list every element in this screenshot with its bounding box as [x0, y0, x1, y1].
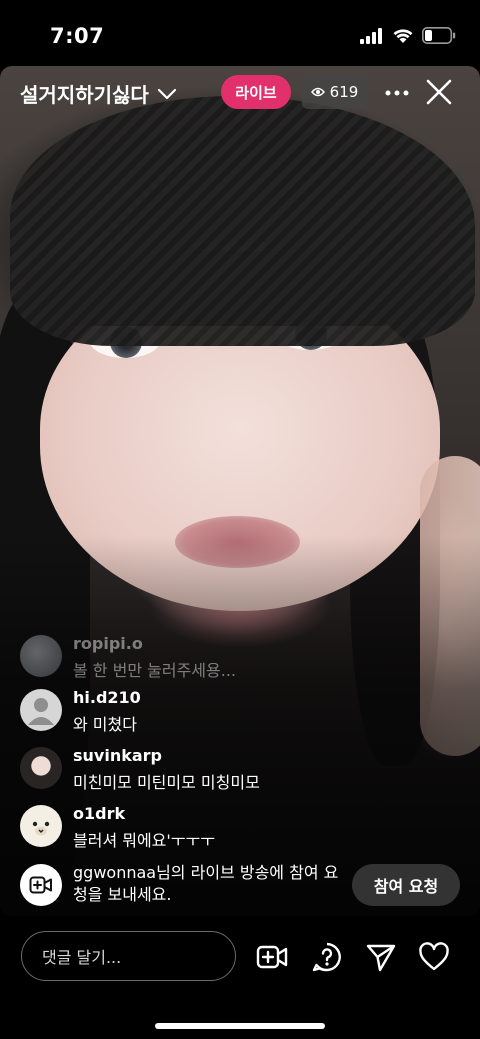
- viewer-count-badge[interactable]: 619: [302, 75, 367, 109]
- eye-icon: [310, 87, 325, 97]
- comment-item[interactable]: o1drk 블러셔 뭐에요'ㅜㅜㅜ: [20, 804, 460, 855]
- heart-icon[interactable]: [418, 941, 450, 973]
- battery-icon: [422, 27, 456, 44]
- photo-avatar: [20, 747, 62, 789]
- person-icon: [28, 698, 54, 725]
- photo-avatar: [20, 635, 62, 677]
- more-options-button[interactable]: [383, 79, 411, 107]
- comment-username: suvinkarp: [73, 746, 162, 765]
- more-dots-icon: [385, 90, 409, 96]
- status-bar: 7:07: [0, 0, 480, 66]
- comment-item[interactable]: suvinkarp 미친미모 미틴미모 미칭미모: [20, 746, 460, 797]
- close-icon: [426, 79, 452, 105]
- live-top-bar: 설거지하기싫다 라이브 619: [0, 66, 480, 120]
- chevron-down-icon: [157, 88, 176, 99]
- question-icon[interactable]: [311, 941, 343, 973]
- comment-text: 볼 한 번만 눌러주세용...: [73, 661, 236, 680]
- comment-text: 블러셔 뭐에요'ㅜㅜㅜ: [73, 831, 215, 850]
- join-request-button[interactable]: 참여 요청: [352, 864, 460, 906]
- join-live-icon-badge: [20, 864, 62, 906]
- comment-input[interactable]: 댓글 달기...: [21, 931, 236, 981]
- comment-username: o1drk: [73, 804, 126, 823]
- default-person-avatar: [20, 689, 62, 731]
- host-username: 설거지하기싫다: [20, 83, 149, 107]
- video-knit-hat: [10, 96, 475, 346]
- join-request-button-label: 참여 요청: [373, 877, 439, 896]
- comment-username: ropipi.o: [73, 634, 143, 653]
- send-icon[interactable]: [365, 941, 397, 973]
- close-button[interactable]: [425, 78, 453, 106]
- status-time: 7:07: [50, 24, 105, 48]
- comment-text: 와 미쳤다: [73, 715, 137, 734]
- comment-text: 미친미모 미틴미모 미칭미모: [73, 773, 260, 792]
- bottom-bar: 댓글 달기...: [0, 916, 480, 1039]
- signal-icon: [360, 27, 382, 44]
- status-icons: [360, 27, 456, 44]
- join-request-row: ggwonnaa님의 라이브 방송에 참여 요청을 보내세요. 참여 요청: [20, 862, 460, 910]
- live-badge: 라이브: [221, 75, 291, 109]
- bear-avatar: [20, 805, 62, 847]
- comment-username: hi.d210: [73, 688, 141, 707]
- live-badge-label: 라이브: [235, 83, 277, 102]
- home-indicator[interactable]: [155, 1023, 325, 1029]
- video-plus-icon: [29, 876, 52, 894]
- comment-input-placeholder: 댓글 달기...: [42, 948, 122, 967]
- host-username-dropdown[interactable]: 설거지하기싫다: [20, 79, 177, 108]
- comment-item[interactable]: ropipi.o 볼 한 번만 눌러주세용...: [20, 634, 460, 685]
- bear-face-icon: [32, 821, 50, 836]
- wifi-icon: [393, 28, 413, 43]
- join-request-message: ggwonnaa님의 라이브 방송에 참여 요청을 보내세요.: [73, 863, 339, 904]
- comment-item[interactable]: hi.d210 와 미쳤다: [20, 688, 460, 739]
- add-video-icon[interactable]: [256, 941, 288, 973]
- viewer-count: 619: [329, 83, 359, 101]
